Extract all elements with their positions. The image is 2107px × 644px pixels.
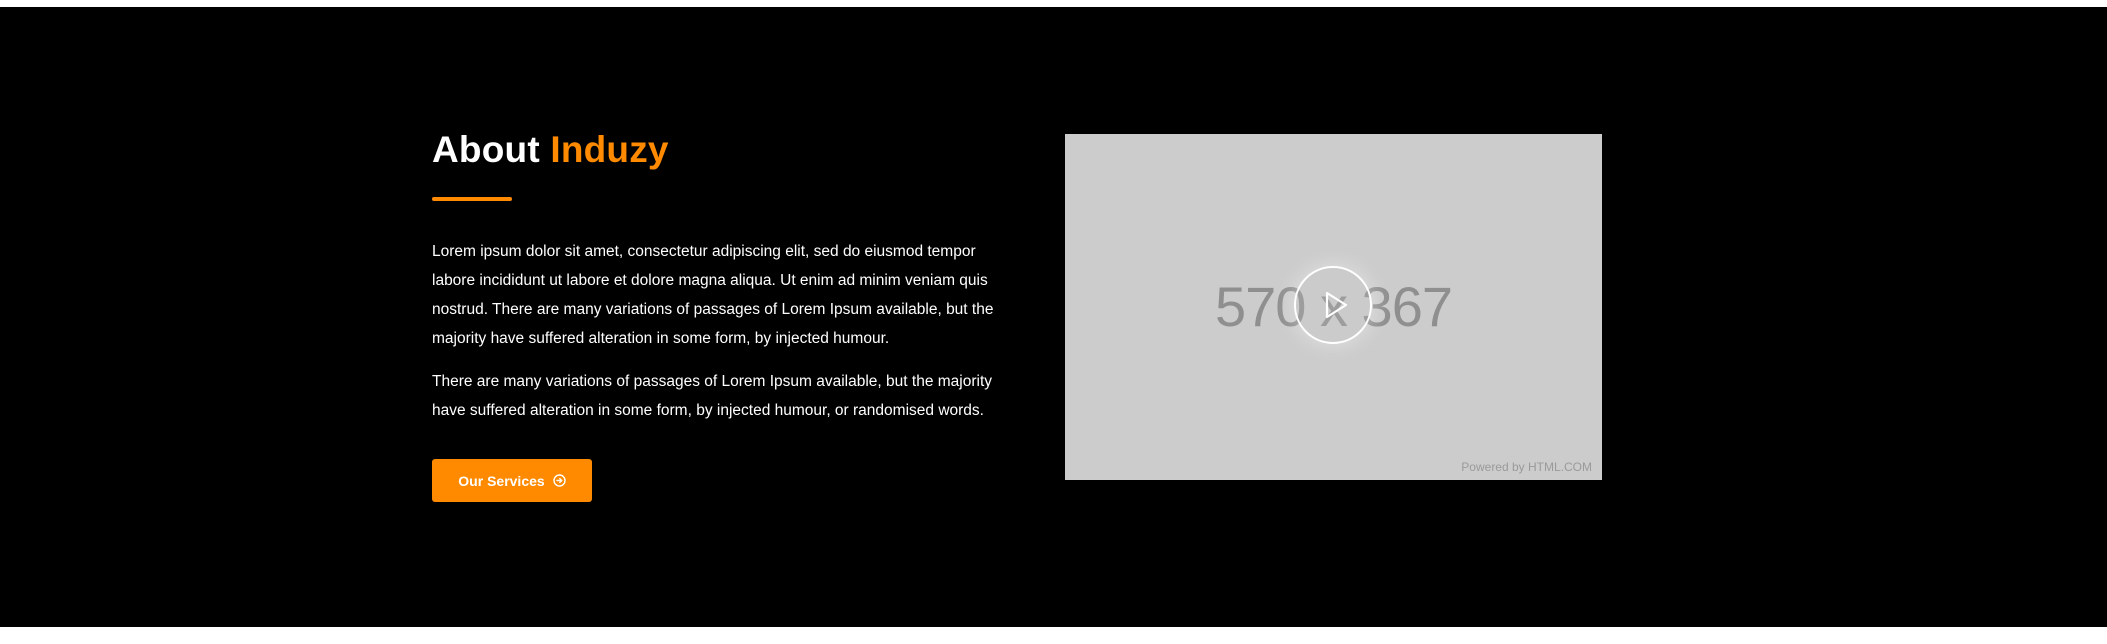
about-section: About Induzy Lorem ipsum dolor sit amet,…	[0, 7, 2107, 627]
about-paragraph-1: Lorem ipsum dolor sit amet, consectetur …	[432, 243, 994, 347]
arrow-circle-right-icon	[552, 474, 566, 487]
title-prefix: About	[432, 129, 540, 170]
powered-by-text: Powered by HTML.COM	[1461, 460, 1592, 474]
section-title: About Induzy	[432, 127, 1032, 173]
play-video-button[interactable]	[1294, 266, 1372, 344]
about-paragraph-2: There are many variations of passages of…	[432, 373, 992, 419]
title-underline	[432, 197, 512, 201]
title-accent: Induzy	[550, 129, 669, 170]
about-content: About Induzy Lorem ipsum dolor sit amet,…	[432, 127, 1032, 502]
our-services-label: Our Services	[458, 472, 545, 489]
video-placeholder: 570 x 367 Powered by HTML.COM	[1065, 134, 1602, 480]
top-strip	[0, 0, 2107, 7]
bottom-strip	[0, 627, 2107, 644]
our-services-button[interactable]: Our Services	[432, 459, 592, 502]
play-icon	[1325, 291, 1348, 319]
